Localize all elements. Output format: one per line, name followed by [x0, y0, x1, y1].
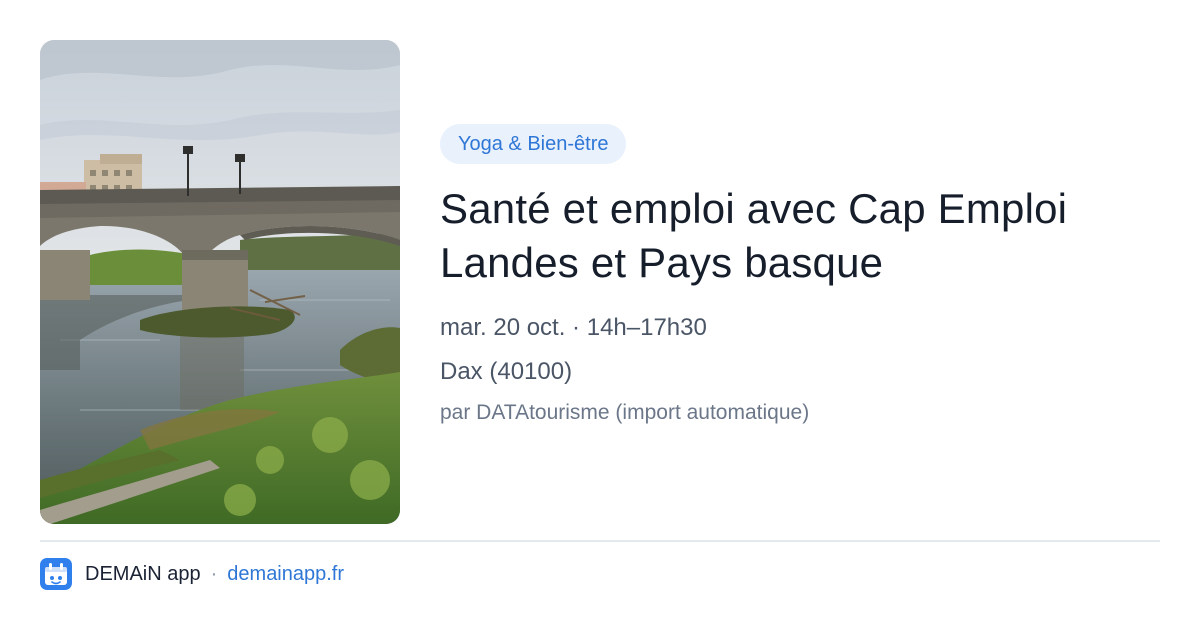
category-tag[interactable]: Yoga & Bien-être	[440, 124, 627, 164]
app-url-link[interactable]: demainapp.fr	[227, 563, 344, 586]
event-location: Dax (40100)	[440, 358, 573, 385]
event-title: Santé et emploi avec Cap Emploi Landes e…	[440, 185, 1068, 286]
bridge-river-photo	[40, 40, 400, 524]
demain-app-icon	[40, 558, 72, 590]
app-name: DEMAiN app	[85, 562, 201, 585]
footer-divider	[40, 540, 1160, 542]
footer-separator: ·	[210, 562, 218, 585]
event-info: Yoga & Bien-être Santé et emploi avec Ca…	[440, 124, 1160, 428]
event-share-card: Yoga & Bien-être Santé et emploi avec Ca…	[0, 0, 1200, 630]
event-source: par DATAtourisme (import automatique)	[440, 401, 810, 424]
event-date-time: mar. 20 oct. · 14h–17h30	[440, 314, 707, 341]
footer: DEMAiN app · demainapp.fr	[40, 558, 344, 590]
event-photo	[40, 40, 400, 524]
